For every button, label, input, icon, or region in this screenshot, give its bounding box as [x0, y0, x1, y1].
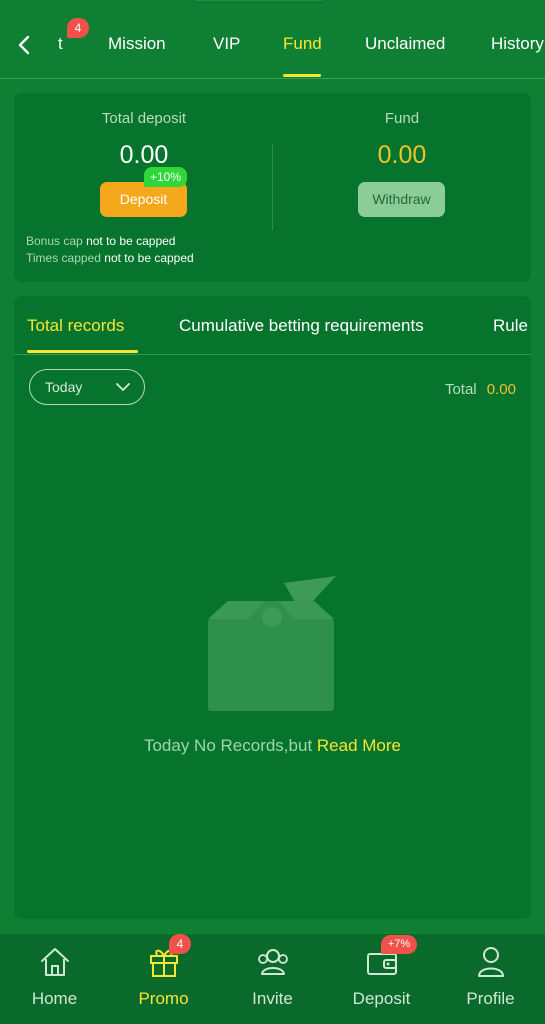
- tab-total-records[interactable]: Total records: [27, 316, 124, 336]
- nav-deposit[interactable]: +7% Deposit: [327, 934, 436, 1024]
- times-capped-value: not to be capped: [104, 251, 194, 265]
- bonus-cap-label: Bonus cap: [26, 234, 83, 248]
- total-deposit-amount: 0.00: [119, 141, 169, 169]
- tab-mission[interactable]: Mission: [108, 34, 166, 54]
- deposit-button[interactable]: Deposit: [100, 182, 187, 217]
- deposit-bonus-badge: +10%: [144, 167, 187, 187]
- empty-state-message: Today No Records,but Read More: [14, 736, 531, 756]
- fund-amount: 0.00: [377, 141, 427, 169]
- tab-vip[interactable]: VIP: [213, 34, 240, 54]
- promo-badge: 4: [169, 934, 191, 954]
- records-divider: [14, 354, 531, 355]
- empty-box-icon: [208, 576, 336, 711]
- event-badge: 4: [67, 18, 89, 38]
- times-capped-label: Times capped: [26, 251, 101, 265]
- tab-event[interactable]: t: [58, 34, 63, 54]
- nav-profile-label: Profile: [466, 989, 515, 1008]
- invite-icon: [258, 949, 288, 975]
- tab-cumulative-betting[interactable]: Cumulative betting requirements: [179, 316, 424, 336]
- total-label: Total: [444, 381, 477, 398]
- times-capped-row: Times capped not to be capped: [26, 251, 194, 265]
- records-panel: Total records Cumulative betting require…: [14, 296, 531, 919]
- nav-home[interactable]: Home: [0, 934, 109, 1024]
- tab-history[interactable]: History: [491, 34, 544, 54]
- nav-deposit-label: Deposit: [352, 989, 411, 1008]
- active-tab-indicator: [283, 74, 321, 77]
- read-more-link[interactable]: Read More: [317, 736, 401, 755]
- fund-label: Fund: [384, 110, 420, 127]
- fund-summary-card: Total deposit 0.00 Deposit +10% Fund 0.0…: [14, 93, 531, 282]
- total-summary: Total 0.00: [445, 381, 516, 398]
- tab-fund[interactable]: Fund: [283, 34, 322, 54]
- withdraw-button[interactable]: Withdraw: [358, 182, 445, 217]
- bonus-cap-value: not to be capped: [86, 234, 176, 248]
- tab-unclaimed[interactable]: Unclaimed: [365, 34, 445, 54]
- records-tab-indicator: [27, 350, 138, 353]
- profile-icon: [478, 947, 504, 977]
- back-arrow-icon[interactable]: [14, 33, 36, 57]
- deposit-nav-badge: +7%: [381, 935, 417, 954]
- nav-promo[interactable]: 4 Promo: [109, 934, 218, 1024]
- nav-invite[interactable]: Invite: [218, 934, 327, 1024]
- home-icon: [41, 948, 69, 976]
- card-divider: [272, 144, 273, 230]
- top-tab-bar: t 4 Mission VIP Fund Unclaimed History: [0, 0, 545, 79]
- chevron-down-icon: [116, 383, 130, 391]
- empty-state-text: Today No Records,but: [143, 736, 313, 755]
- nav-invite-label: Invite: [252, 989, 293, 1008]
- bonus-cap-row: Bonus cap not to be capped: [26, 234, 175, 248]
- tab-rule[interactable]: Rule: [493, 316, 528, 336]
- nav-promo-label: Promo: [138, 989, 189, 1008]
- total-deposit-label: Total deposit: [101, 110, 187, 127]
- nav-home-label: Home: [31, 989, 78, 1008]
- bottom-nav: Home 4 Promo Invite +7% Deposit Profile: [0, 933, 545, 1024]
- date-filter-select[interactable]: Today: [29, 369, 145, 405]
- nav-profile[interactable]: Profile: [436, 934, 545, 1024]
- date-filter-value: Today: [45, 379, 83, 395]
- total-value: 0.00: [486, 381, 516, 398]
